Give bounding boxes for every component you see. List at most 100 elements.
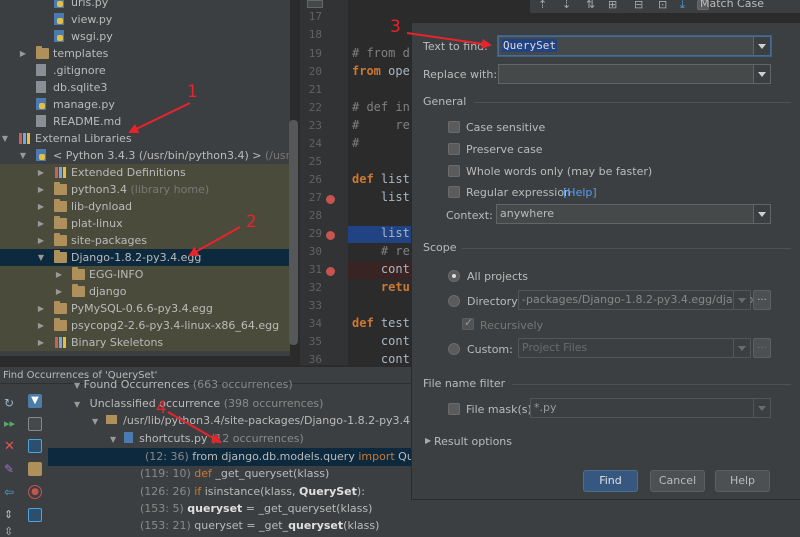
tree-item[interactable]: db.sqlite3 bbox=[0, 79, 290, 96]
stop-icon[interactable]: ● bbox=[28, 485, 42, 499]
pin-icon[interactable]: ✎ bbox=[4, 462, 18, 476]
tree-scrollbar[interactable] bbox=[289, 120, 298, 345]
tree-item[interactable]: ▶ django bbox=[0, 283, 290, 300]
text-to-find-input[interactable]: QuerySet bbox=[498, 36, 771, 56]
file-node[interactable]: ▼ shortcuts.py (12 occurrences) bbox=[110, 430, 304, 448]
cancel-button[interactable]: Cancel bbox=[650, 470, 705, 492]
export-icon[interactable]: ⤓ bbox=[680, 0, 685, 12]
tree-item[interactable]: ▶ python3.4 (library home) bbox=[0, 181, 290, 198]
file-mask-select[interactable]: *.py bbox=[530, 398, 771, 418]
breakpoint-icon[interactable] bbox=[326, 267, 335, 276]
chevron-right-icon[interactable]: ▶ bbox=[54, 266, 64, 283]
arrow-up-icon[interactable]: ⇡ bbox=[538, 0, 548, 11]
module-icon[interactable] bbox=[28, 439, 42, 453]
replace-with-input[interactable] bbox=[498, 64, 771, 84]
case-sensitive-checkbox[interactable] bbox=[448, 121, 460, 133]
filter-icon[interactable]: ▼ bbox=[28, 394, 42, 408]
chevron-down-icon[interactable]: ▼ bbox=[74, 400, 80, 409]
custom-label[interactable]: Custom: bbox=[467, 343, 513, 356]
chevron-right-icon[interactable]: ▶ bbox=[425, 436, 431, 445]
chevron-right-icon[interactable]: ▶ bbox=[36, 232, 46, 249]
tree-item[interactable]: ▼ External Libraries bbox=[0, 130, 290, 147]
chevron-down-icon[interactable] bbox=[733, 339, 750, 357]
chevron-down-icon[interactable]: ▼ bbox=[74, 381, 80, 390]
all-projects-label[interactable]: All projects bbox=[467, 270, 528, 283]
result-row[interactable]: (153: 21) queryset = _get_queryset(klass… bbox=[140, 517, 379, 535]
tree-item[interactable]: wsgi.py bbox=[0, 28, 290, 45]
recursively-label[interactable]: Recursively bbox=[480, 319, 543, 332]
chevron-right-icon[interactable]: ▶ bbox=[36, 215, 46, 232]
tree-item[interactable]: ▶ Binary Skeletons bbox=[0, 334, 290, 351]
find-button[interactable]: Find bbox=[583, 470, 638, 492]
chevron-right-icon[interactable]: ▶ bbox=[36, 164, 46, 181]
chevron-down-icon[interactable]: ▼ bbox=[36, 249, 46, 266]
tree-item[interactable]: ▼ < Python 3.4.3 (/usr/bin/python3.4) > (… bbox=[0, 147, 290, 164]
help-button[interactable]: Help bbox=[715, 470, 770, 492]
directory-label[interactable]: Directory: bbox=[467, 295, 521, 308]
directory-select[interactable]: -packages/Django-1.8.2-py3.4.egg/django bbox=[518, 290, 753, 310]
arrow-down-icon[interactable]: ⇣ bbox=[562, 0, 571, 11]
recursively-checkbox[interactable] bbox=[462, 316, 474, 330]
custom-scope-browse-button[interactable]: ... bbox=[753, 338, 771, 358]
code-line[interactable]: def list bbox=[352, 172, 410, 186]
result-row[interactable]: (12: 36) from django.db.models.query imp… bbox=[48, 448, 439, 466]
code-line[interactable]: list bbox=[352, 190, 410, 204]
regex-label[interactable]: Regular expression bbox=[466, 186, 571, 199]
result-row[interactable]: (126: 26) if isinstance(klass, QuerySet)… bbox=[140, 483, 365, 501]
found-occurrences-node[interactable]: ▼ Found Occurrences (663 occurrences) bbox=[74, 376, 293, 394]
tree-item[interactable]: ▶ templates bbox=[0, 45, 290, 62]
tree-item[interactable]: view.py bbox=[0, 11, 290, 28]
chevron-right-icon[interactable]: ▶ bbox=[36, 317, 46, 334]
tree-item[interactable]: ▶ Extended Definitions bbox=[0, 164, 290, 181]
directory-radio[interactable] bbox=[448, 295, 460, 307]
expand-icon[interactable]: ⇕ bbox=[4, 508, 18, 522]
result-row[interactable]: (153: 5) queryset = _get_queryset(klass) bbox=[140, 500, 372, 518]
chevron-right-icon[interactable]: ▶ bbox=[36, 300, 46, 317]
preview-icon[interactable] bbox=[28, 508, 42, 522]
tree-item[interactable]: manage.py bbox=[0, 96, 290, 113]
chevron-right-icon[interactable]: ▶ bbox=[36, 334, 46, 351]
options-icon[interactable]: ⊟ bbox=[634, 0, 643, 11]
tree-item[interactable]: .gitignore bbox=[0, 62, 290, 79]
chevron-down-icon[interactable] bbox=[733, 291, 750, 309]
file-mask-checkbox[interactable] bbox=[448, 403, 460, 415]
rerun-icon[interactable]: ↻ bbox=[4, 396, 18, 410]
collapse-icon[interactable]: ⇳ bbox=[4, 525, 18, 537]
search-field[interactable] bbox=[307, 0, 323, 8]
chevron-down-icon[interactable] bbox=[753, 65, 770, 83]
chevron-down-icon[interactable]: ▼ bbox=[110, 435, 116, 444]
chevron-down-icon[interactable] bbox=[753, 399, 770, 417]
tree-item[interactable]: ▼ Django-1.8.2-py3.4.egg bbox=[0, 249, 290, 266]
tree-item[interactable]: ▶ psycopg2-2.6-py3.4-linux-x86_64.egg bbox=[0, 317, 290, 334]
tree-item[interactable]: README.md bbox=[0, 113, 290, 130]
group-icon[interactable] bbox=[28, 417, 42, 431]
close-icon[interactable]: ✕ bbox=[4, 439, 18, 454]
code-line[interactable]: cont bbox=[352, 334, 410, 348]
preserve-case-label[interactable]: Preserve case bbox=[466, 143, 543, 156]
run-icon[interactable]: ▸▸ bbox=[4, 417, 18, 431]
tree-item[interactable]: ▶ PyMySQL-0.6.6-py3.4.egg bbox=[0, 300, 290, 317]
code-line[interactable]: list bbox=[352, 226, 410, 240]
chevron-down-icon[interactable] bbox=[753, 37, 770, 55]
chevron-right-icon[interactable]: ▶ bbox=[18, 45, 28, 62]
all-projects-radio[interactable] bbox=[448, 270, 460, 282]
back-icon[interactable]: ⇦ bbox=[4, 485, 18, 499]
group-node[interactable]: ▼ Unclassified occurrence (398 occurrenc… bbox=[74, 395, 323, 413]
context-select[interactable]: anywhere bbox=[496, 204, 771, 224]
code-line[interactable]: # def in bbox=[352, 100, 410, 114]
code-line[interactable]: def test bbox=[352, 316, 410, 330]
path-node[interactable]: ▼ /usr/lib/python3.4/site-packages/Djang… bbox=[92, 412, 445, 430]
select-all-icon[interactable]: ⊞ bbox=[608, 0, 617, 11]
tree-item[interactable]: urls.py bbox=[0, 0, 290, 11]
regex-help-link[interactable]: [Help] bbox=[563, 186, 597, 199]
whole-words-checkbox[interactable] bbox=[448, 165, 460, 177]
custom-scope-select[interactable]: Project Files bbox=[518, 338, 751, 358]
case-sensitive-label[interactable]: Case sensitive bbox=[466, 121, 545, 134]
code-line[interactable]: cont bbox=[352, 262, 410, 276]
chevron-right-icon[interactable]: ▶ bbox=[36, 198, 46, 215]
chevron-down-icon[interactable]: ▼ bbox=[18, 147, 28, 164]
directory-browse-button[interactable]: ... bbox=[753, 290, 771, 310]
project-tree[interactable]: urls.py view.py wsgi.py ▶ templates .gitignor… bbox=[0, 0, 290, 356]
code-line[interactable]: retu bbox=[352, 280, 410, 294]
chevron-down-icon[interactable]: ▼ bbox=[92, 417, 98, 426]
